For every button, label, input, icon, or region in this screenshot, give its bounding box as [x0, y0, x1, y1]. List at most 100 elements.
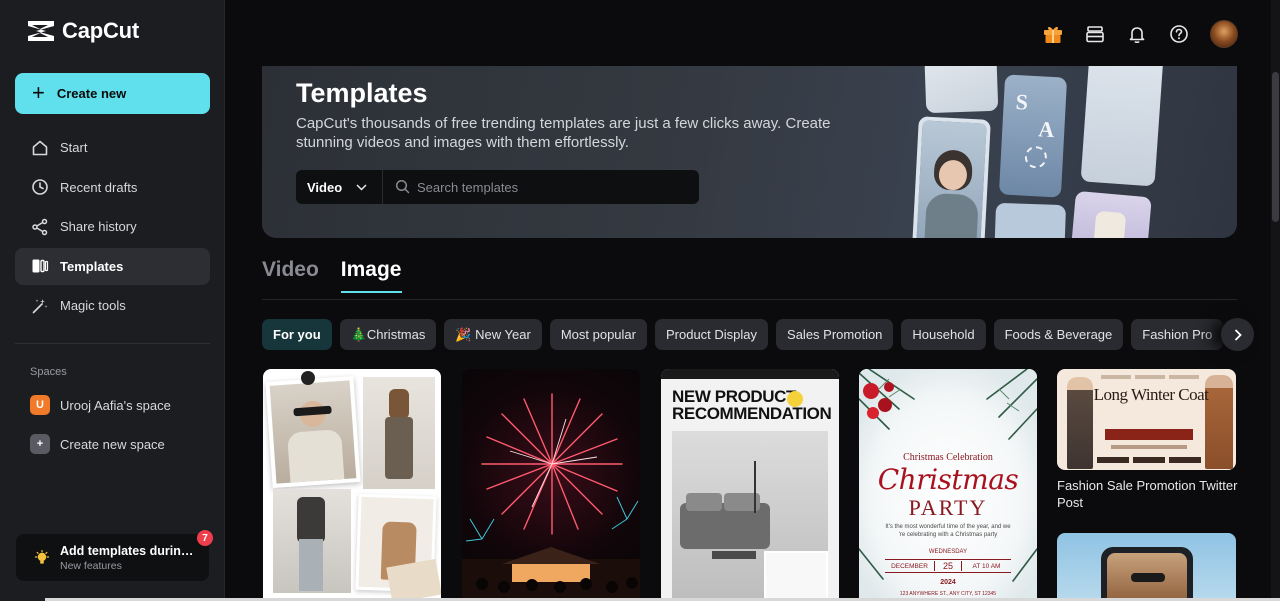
hero-description: CapCut's thousands of free trending temp…	[296, 115, 831, 151]
capcut-logo[interactable]: CapCut	[26, 18, 139, 44]
notice-subtitle: New features	[60, 559, 122, 572]
page-scrollbar[interactable]	[1271, 0, 1280, 601]
card-month: DECEMBER	[891, 562, 928, 570]
capcut-logo-icon	[28, 21, 54, 41]
chip-sales-promotion[interactable]: Sales Promotion	[776, 319, 894, 350]
card-image	[265, 376, 361, 488]
topbar-actions	[1042, 20, 1238, 48]
sidebar-item-share-history[interactable]: Share history	[15, 208, 210, 245]
card-headline: Long Winter Coat	[1093, 385, 1209, 404]
chip-most-popular[interactable]: Most popular	[549, 319, 647, 350]
plus-icon: +	[32, 79, 45, 105]
card-body-text: It's the most wonderful time of the year…	[885, 524, 1011, 538]
hero-template-collage: S A	[907, 66, 1237, 238]
brand-name: CapCut	[62, 18, 140, 43]
sidebar-item-magic-tools[interactable]: Magic tools	[15, 287, 210, 324]
search-type-dropdown[interactable]: Video	[296, 170, 383, 204]
template-card-long-winter-coat[interactable]: Long Winter Coat	[1057, 369, 1236, 470]
chevron-right-icon	[1234, 328, 1242, 341]
sidebar-item-recent-drafts[interactable]: Recent drafts	[15, 169, 210, 206]
chip-fashion-pro[interactable]: Fashion Pro	[1131, 319, 1224, 350]
create-new-button[interactable]: + Create new	[15, 73, 210, 114]
clock-icon	[30, 177, 50, 197]
sidebar-item-label: Templates	[60, 258, 124, 274]
chips-next-button[interactable]	[1221, 318, 1254, 351]
magic-wand-icon	[30, 296, 50, 316]
chevron-down-icon	[356, 183, 367, 191]
chip-new-year[interactable]: 🎉 New Year	[444, 319, 542, 350]
card-time: AT 10 AM	[972, 562, 1001, 570]
scrollbar-thumb[interactable]	[1272, 72, 1279, 222]
sidebar-item-templates[interactable]: Templates	[15, 247, 210, 285]
card-script-title: Christmas	[877, 463, 1019, 496]
template-card-fashion-moodboard[interactable]	[263, 369, 441, 601]
templates-hero-banner: Templates CapCut's thousands of free tre…	[262, 66, 1237, 238]
card-headline-line1: NEW PRODUCT	[672, 387, 797, 406]
share-icon	[30, 217, 50, 237]
collage-card	[911, 116, 991, 238]
card-headline: NEW PRODUCT RECOMMENDATION	[672, 387, 832, 423]
gift-icon[interactable]	[1042, 23, 1064, 45]
sidebar-item-start[interactable]: Start	[15, 129, 210, 166]
chip-foods-beverage[interactable]: Foods & Beverage	[993, 319, 1124, 350]
collage-card	[1068, 190, 1152, 238]
card-image	[273, 489, 351, 593]
tab-video[interactable]: Video	[262, 258, 319, 293]
lightbulb-icon	[34, 549, 50, 564]
capcut-app: CapCut + Create new Start Recent drafts	[0, 0, 1280, 601]
search-icon	[395, 179, 410, 194]
card-weekday: WEDNESDAY	[928, 549, 968, 555]
card-year: 2024	[940, 579, 956, 586]
template-card-new-product[interactable]: NEW PRODUCT RECOMMENDATION	[661, 369, 839, 601]
template-card-fireworks[interactable]	[462, 369, 640, 601]
help-icon[interactable]	[1168, 23, 1190, 45]
chip-christmas[interactable]: 🎄Christmas	[339, 319, 437, 350]
card-address: 123 ANYWHERE ST., ANY CITY, ST 12345	[899, 591, 997, 597]
template-card-sunglasses[interactable]	[1057, 533, 1236, 601]
chip-for-you[interactable]: For you	[262, 319, 332, 350]
plus-icon: +	[30, 434, 50, 454]
sidebar-item-label: Start	[60, 140, 88, 155]
storage-icon[interactable]	[1084, 23, 1106, 45]
collage-card: S A	[998, 74, 1068, 198]
feature-notice[interactable]: Add templates during editing New feature…	[16, 534, 209, 581]
sidebar-item-label: Share history	[60, 219, 137, 234]
card-model-right	[1205, 375, 1233, 469]
card-day: 25	[934, 561, 962, 571]
collage-card	[993, 202, 1067, 238]
template-card-christmas-party[interactable]: Christmas Celebration Christmas PARTY It…	[859, 369, 1037, 601]
user-avatar[interactable]	[1210, 20, 1238, 48]
sidebar-item-label: Magic tools	[60, 298, 126, 313]
space-avatar: U	[30, 395, 50, 415]
card-caption: Fashion Sale Promotion Twitter Post	[1057, 478, 1238, 510]
sidebar: CapCut + Create new Start Recent drafts	[0, 0, 225, 601]
chip-household[interactable]: Household	[901, 319, 986, 350]
bell-icon[interactable]	[1126, 23, 1148, 45]
card-headline-line2: RECOMMENDATION	[672, 404, 832, 423]
spaces-heading: Spaces	[30, 366, 67, 378]
collage-card	[923, 66, 999, 114]
card-image	[363, 377, 435, 489]
space-item-urooj[interactable]: U Urooj Aafia's space	[15, 388, 210, 422]
fireworks-illustration	[462, 393, 640, 601]
create-new-label: Create new	[56, 86, 127, 101]
card-party-title: PARTY	[908, 495, 988, 520]
search-input[interactable]	[383, 170, 699, 204]
tab-image[interactable]: Image	[340, 258, 402, 293]
card-image	[672, 431, 828, 601]
sidebar-nav: Start Recent drafts Share history Templa…	[15, 129, 210, 327]
search-type-value: Video	[307, 179, 343, 195]
notice-title: Add templates during editing	[60, 543, 194, 558]
template-type-tabs: Video Image	[262, 258, 402, 293]
card-small-title: Christmas Celebration	[903, 452, 993, 463]
sidebar-item-label: Recent drafts	[60, 179, 138, 195]
tabs-divider	[262, 299, 1237, 300]
chip-product-display[interactable]: Product Display	[654, 319, 769, 350]
sidebar-divider	[15, 343, 210, 344]
card-date-row: DECEMBER 25 AT 10 AM	[885, 559, 1011, 573]
space-label: Urooj Aafia's space	[60, 397, 171, 413]
create-new-space-button[interactable]: + Create new space	[15, 427, 210, 461]
card-model-left	[1067, 377, 1093, 469]
category-chips: For you 🎄Christmas 🎉 New Year Most popul…	[262, 319, 1237, 350]
collage-card	[1080, 66, 1164, 187]
